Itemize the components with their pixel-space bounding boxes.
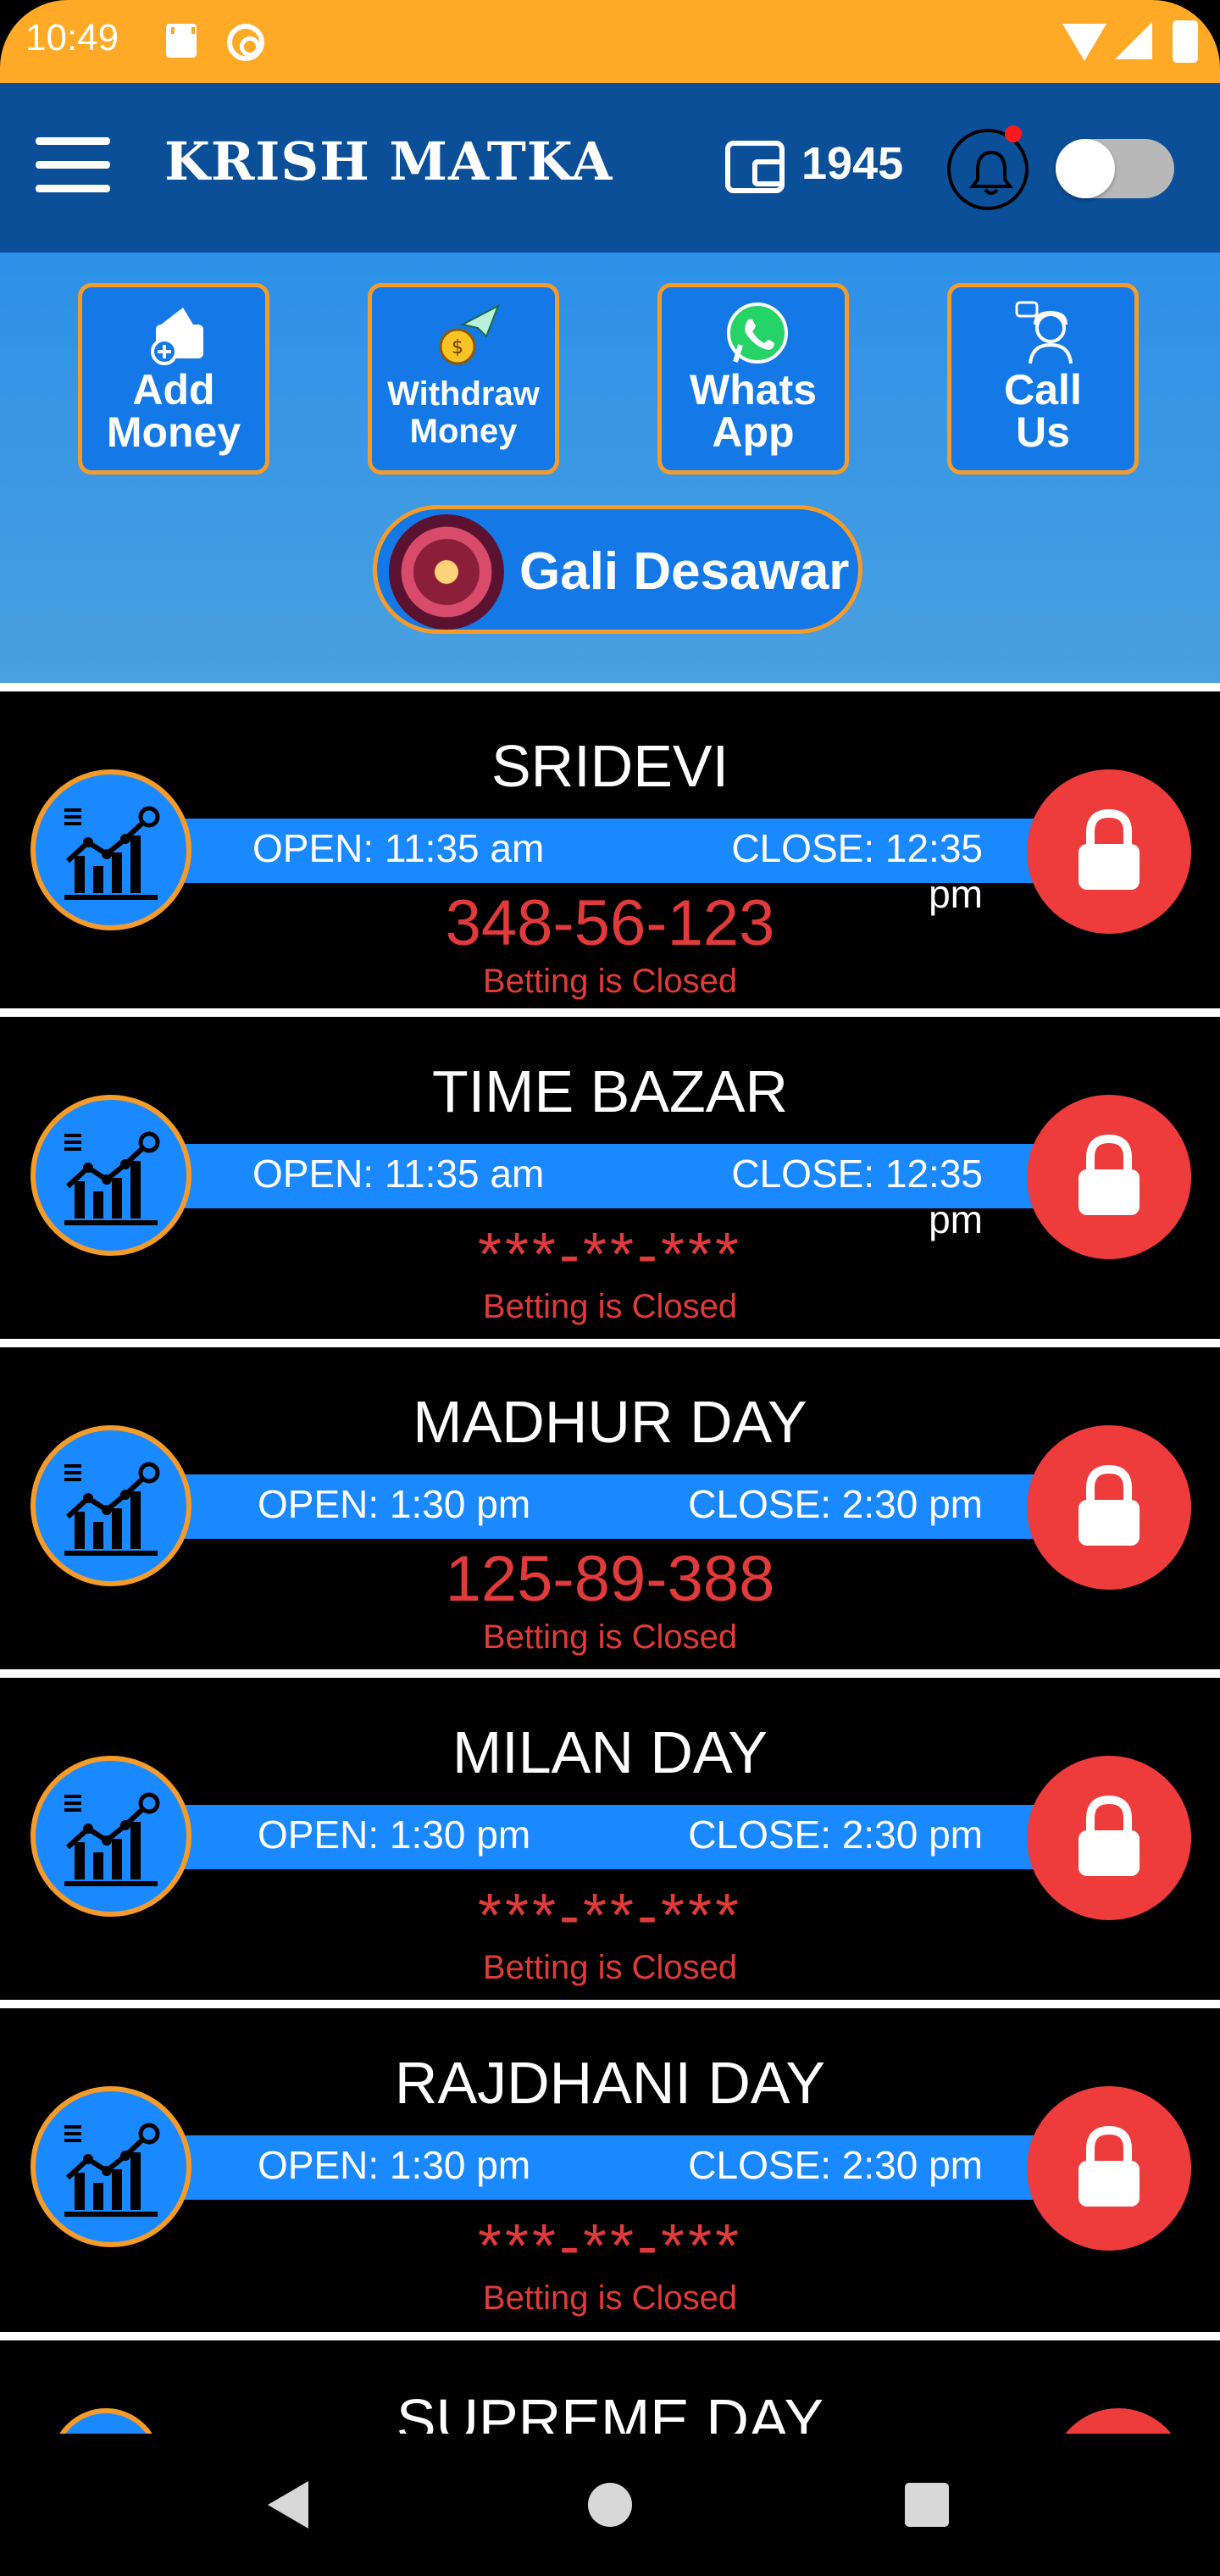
sync-icon bbox=[227, 24, 264, 61]
game-card[interactable]: MADHUR DAY OPEN: 1:30 pm CLOSE: 2:30 pm … bbox=[0, 1347, 1220, 1664]
call-us-label: Call Us bbox=[1004, 366, 1082, 456]
wallet-add-icon bbox=[151, 308, 203, 365]
whatsapp-button[interactable]: Whats App bbox=[657, 283, 849, 475]
whatsapp-icon bbox=[727, 303, 788, 364]
open-time: OPEN: 1:30 pm bbox=[258, 2143, 531, 2187]
game-card[interactable]: SUPREME DAY bbox=[0, 2340, 1220, 2434]
system-nav-bar bbox=[0, 2434, 1220, 2576]
chart-icon bbox=[64, 1131, 160, 1225]
game-result: 125-89-388 bbox=[445, 1543, 775, 1615]
wallet-icon[interactable] bbox=[725, 141, 785, 193]
lock-icon bbox=[1079, 808, 1140, 890]
home-icon[interactable] bbox=[588, 2483, 632, 2527]
chart-icon bbox=[64, 1792, 160, 1886]
svg-text:$: $ bbox=[452, 337, 463, 358]
open-time: OPEN: 1:30 pm bbox=[258, 1482, 531, 1526]
game-card[interactable]: MILAN DAY OPEN: 1:30 pm CLOSE: 2:30 pm *… bbox=[0, 1678, 1220, 1995]
add-money-label: Add Money bbox=[106, 366, 241, 456]
send-money-icon: $ bbox=[439, 303, 500, 365]
toggle-switch[interactable] bbox=[1056, 139, 1174, 198]
game-name: TIME BAZAR bbox=[431, 1058, 789, 1124]
game-result: ***-**-*** bbox=[477, 2212, 743, 2280]
chart-icon bbox=[64, 2123, 160, 2217]
game-name: RAJDHANI DAY bbox=[394, 2050, 826, 2116]
open-time: OPEN: 1:30 pm bbox=[258, 1813, 531, 1857]
gali-desawar-label: Gali Desawar bbox=[519, 542, 850, 601]
whatsapp-label: Whats App bbox=[690, 366, 817, 456]
open-time: OPEN: 11:35 am bbox=[252, 1152, 545, 1196]
divider bbox=[0, 1339, 1220, 1347]
divider bbox=[0, 2332, 1220, 2340]
lock-icon bbox=[1079, 1795, 1140, 1876]
status-time: 10:49 bbox=[25, 17, 119, 58]
betting-status: Betting is Closed bbox=[482, 963, 738, 1000]
hamburger-icon[interactable] bbox=[36, 137, 112, 193]
betting-status: Betting is Closed bbox=[482, 1288, 738, 1325]
game-card[interactable]: RAJDHANI DAY OPEN: 1:30 pm CLOSE: 2:30 p… bbox=[0, 2008, 1220, 2325]
close-time: CLOSE: 2:30 pm bbox=[688, 1813, 983, 1857]
withdraw-money-button[interactable]: $ Withdraw Money bbox=[368, 283, 559, 475]
game-result: 348-56-123 bbox=[445, 887, 775, 959]
game-name: SUPREME DAY bbox=[396, 2387, 824, 2434]
divider bbox=[0, 1669, 1220, 1678]
divider bbox=[0, 1008, 1220, 1017]
close-time: CLOSE: 2:30 pm bbox=[688, 2143, 983, 2187]
back-icon[interactable] bbox=[268, 2481, 308, 2529]
roulette-wheel-icon bbox=[389, 514, 504, 630]
divider bbox=[0, 2000, 1220, 2008]
action-panel: Add Money $ Withdraw Money Whats App Cal… bbox=[0, 253, 1220, 683]
lock-icon bbox=[1079, 2125, 1140, 2207]
betting-status: Betting is Closed bbox=[482, 1618, 738, 1656]
game-name: MADHUR DAY bbox=[413, 1389, 807, 1455]
app-title: KRISH MATKA bbox=[164, 130, 613, 192]
app-screen: 10:49 KRISH MATKA 1945 Add Money $ Withd… bbox=[0, 0, 1220, 2576]
withdraw-money-label: Withdraw Money bbox=[387, 375, 540, 450]
recents-icon[interactable] bbox=[905, 2483, 949, 2527]
gali-desawar-button[interactable]: Gali Desawar bbox=[373, 505, 862, 634]
game-result: ***-**-*** bbox=[477, 1221, 743, 1289]
game-card[interactable]: TIME BAZAR OPEN: 11:35 am CLOSE: 12:35 p… bbox=[0, 1017, 1220, 1334]
game-card[interactable]: SRIDEVI OPEN: 11:35 am CLOSE: 12:35 pm 3… bbox=[0, 691, 1220, 1008]
lock-icon bbox=[1079, 1464, 1140, 1546]
signal-icon bbox=[1115, 22, 1152, 59]
game-name: SRIDEVI bbox=[491, 733, 729, 799]
notification-dot bbox=[1005, 125, 1022, 142]
bell-icon bbox=[969, 150, 1013, 195]
game-result: ***-**-*** bbox=[477, 1882, 743, 1950]
app-header: KRISH MATKA 1945 bbox=[0, 83, 1220, 253]
betting-status: Betting is Closed bbox=[482, 2279, 738, 2317]
add-money-button[interactable]: Add Money bbox=[78, 283, 269, 475]
betting-status: Betting is Closed bbox=[482, 1949, 738, 1986]
wallet-balance[interactable]: 1945 bbox=[801, 137, 903, 190]
close-time: CLOSE: 2:30 pm bbox=[688, 1482, 983, 1526]
status-bar: 10:49 bbox=[0, 0, 1220, 83]
open-time: OPEN: 11:35 am bbox=[252, 826, 545, 870]
divider bbox=[0, 683, 1220, 691]
call-us-button[interactable]: Call Us bbox=[947, 283, 1139, 475]
battery-icon bbox=[1173, 20, 1198, 63]
game-name: MILAN DAY bbox=[452, 1719, 768, 1785]
support-agent-icon bbox=[1015, 301, 1073, 364]
wifi-icon bbox=[1062, 24, 1106, 61]
lock-icon bbox=[1079, 1134, 1140, 1215]
toggle-knob bbox=[1056, 139, 1115, 198]
sd-card-icon bbox=[166, 24, 197, 58]
